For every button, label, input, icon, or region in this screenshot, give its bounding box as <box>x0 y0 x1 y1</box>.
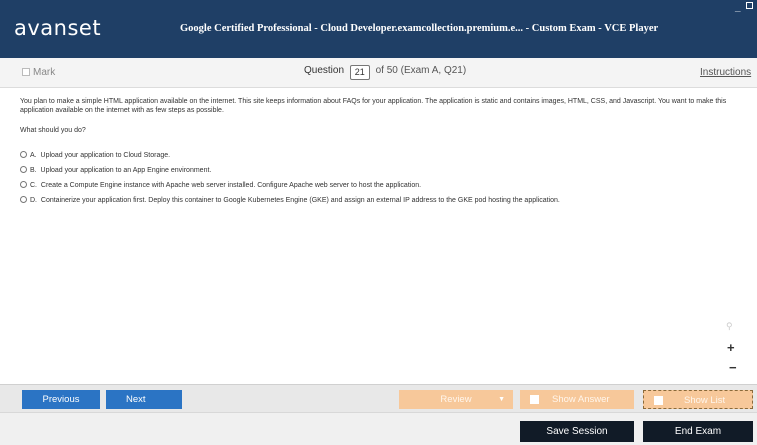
previous-button[interactable]: Previous <box>22 390 100 409</box>
answer-option-d[interactable]: D. Containerize your application first. … <box>20 196 560 204</box>
question-number-input[interactable]: 21 <box>349 65 370 80</box>
zoom-out-button[interactable]: − <box>729 360 737 375</box>
review-label: Review <box>440 394 472 405</box>
option-text: Upload your application to Cloud Storage… <box>40 152 171 159</box>
answer-option-c[interactable]: C. Create a Compute Engine instance with… <box>20 181 421 189</box>
option-letter: D. <box>30 197 37 204</box>
dropdown-arrow-icon: ▼ <box>498 396 505 403</box>
answer-option-b[interactable]: B. Upload your application to an App Eng… <box>20 166 211 174</box>
option-text: Upload your application to an App Engine… <box>40 167 212 174</box>
instructions-link[interactable]: Instructions <box>700 67 751 78</box>
show-list-label: Show List <box>684 395 726 406</box>
answer-option-a[interactable]: A. Upload your application to Cloud Stor… <box>20 151 170 159</box>
radio-button[interactable] <box>20 181 27 188</box>
minimize-button[interactable]: _ <box>735 2 741 13</box>
question-counter: Question 21 of 50 (Exam A, Q21) <box>304 65 466 80</box>
question-label: Question <box>304 65 345 76</box>
option-letter: B. <box>30 167 37 174</box>
option-letter: C. <box>30 182 37 189</box>
checkbox-icon <box>22 68 30 76</box>
show-answer-label: Show Answer <box>552 394 610 405</box>
question-text: You plan to make a simple HTML applicati… <box>20 98 727 114</box>
end-exam-button[interactable]: End Exam <box>643 421 753 442</box>
save-session-button[interactable]: Save Session <box>520 421 634 442</box>
question-prompt: What should you do? <box>20 127 86 134</box>
show-list-button[interactable]: Show List <box>643 390 753 409</box>
question-total: of 50 (Exam A, Q21) <box>375 65 467 76</box>
title-bar: avanset Google Certified Professional - … <box>0 0 757 58</box>
radio-button[interactable] <box>20 151 27 158</box>
checkbox-icon <box>654 396 663 405</box>
window-title: Google Certified Professional - Cloud De… <box>180 23 659 34</box>
next-button[interactable]: Next <box>106 390 182 409</box>
radio-button[interactable] <box>20 196 27 203</box>
radio-button[interactable] <box>20 166 27 173</box>
option-text: Create a Compute Engine instance with Ap… <box>40 182 422 189</box>
maximize-button[interactable] <box>746 2 753 9</box>
mark-checkbox[interactable]: Mark <box>22 67 55 78</box>
navigation-bar: Previous Next Review ▼ Show Answer Show … <box>0 384 757 412</box>
mark-label: Mark <box>33 67 56 78</box>
option-text: Containerize your application first. Dep… <box>40 197 560 204</box>
option-letter: A. <box>30 152 37 159</box>
review-button[interactable]: Review ▼ <box>399 390 513 409</box>
question-header: Mark Question 21 of 50 (Exam A, Q21) Ins… <box>0 58 757 88</box>
zoom-in-button[interactable]: + <box>727 340 735 355</box>
search-icon: ⚲ <box>726 321 733 331</box>
checkbox-icon <box>530 395 539 404</box>
session-bar: Save Session End Exam <box>0 412 757 445</box>
app-logo: avanset <box>14 16 102 40</box>
show-answer-button[interactable]: Show Answer <box>520 390 634 409</box>
